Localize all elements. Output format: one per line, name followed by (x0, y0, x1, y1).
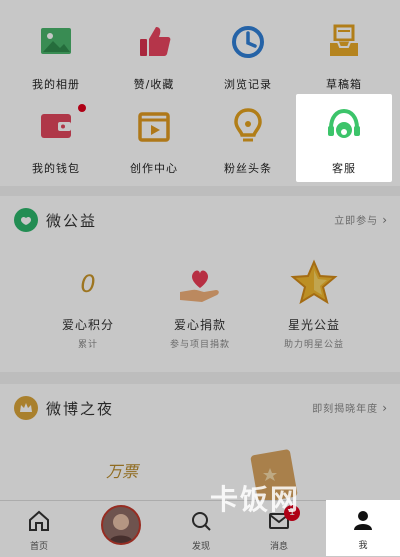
grid-item-history[interactable]: 浏览记录 (198, 22, 298, 92)
nav-label: 我 (358, 541, 368, 551)
grid-item-label: 我的钱包 (32, 162, 80, 175)
grid-item-label: 草稿箱 (326, 78, 362, 91)
photo-album-icon (36, 22, 76, 62)
chevron-right-icon: › (382, 401, 388, 415)
nav-label: 首页 (29, 542, 48, 552)
grid-item-label: 客服 (332, 162, 356, 175)
love-donation[interactable]: 爱心捐款 参与项目捐款 (140, 258, 260, 350)
love-points-subtitle: 累计 (77, 340, 98, 350)
chevron-right-icon: › (382, 213, 388, 227)
grid-item-label: 粉丝头条 (224, 162, 272, 175)
heart-hand-icon (174, 258, 226, 310)
weibo-night-link-label: 即刻揭晓年度 (312, 404, 379, 415)
star-charity-title: 星光公益 (287, 318, 340, 332)
weibo-night-title: 微博之夜 (46, 399, 115, 418)
video-clapper-icon (134, 106, 174, 146)
notification-dot (78, 104, 86, 112)
charity-link-label: 立即参与 (334, 216, 379, 227)
star-charity[interactable]: 星光公益 助力明星公益 (254, 258, 374, 350)
grid-item-likes[interactable]: 赞/收藏 (104, 22, 204, 92)
grid-item-label: 赞/收藏 (133, 78, 175, 91)
weibo-night-link[interactable]: 即刻揭晓年度 › (312, 400, 388, 415)
grid-item-drafts[interactable]: 草稿箱 (294, 22, 394, 92)
love-donation-subtitle: 参与项目捐款 (169, 340, 230, 350)
charity-header: 微公益 (14, 208, 97, 232)
grid-item-creator-center[interactable]: 创作中心 (104, 106, 204, 176)
grid-item-customer-service[interactable]: 客服 (294, 106, 394, 176)
love-points-title: 爱心积分 (61, 318, 114, 332)
nav-me[interactable]: 我 (326, 500, 400, 556)
charity-badge-icon (14, 208, 38, 232)
weibo-night-card[interactable]: 微博之夜 即刻揭晓年度 › 万票 (0, 384, 400, 503)
love-donation-title: 爱心捐款 (173, 318, 226, 332)
clock-icon (228, 22, 268, 62)
grid-item-fans-headline[interactable]: 粉丝头条 (198, 106, 298, 176)
love-points[interactable]: 0 爱心积分 累计 (28, 258, 148, 350)
star-charity-subtitle: 助力明星公益 (283, 340, 344, 350)
nav-video-avatar[interactable] (86, 505, 156, 545)
charity-card[interactable]: 微公益 立即参与 › 0 爱心积分 累计 爱心捐款 参与项目捐款 星光公益 助力明… (0, 196, 400, 372)
love-points-value: 0 (80, 270, 96, 298)
home-icon (29, 510, 49, 531)
thumbs-up-icon (134, 22, 174, 62)
grid-item-album[interactable]: 我的相册 (6, 22, 106, 92)
crown-icon (14, 396, 38, 420)
watermark: 卡饭网 (210, 483, 301, 516)
nav-label: 消息 (269, 542, 288, 552)
ticket-count: 万票 (106, 462, 139, 481)
profile-icon (354, 511, 372, 530)
nav-home[interactable]: 首页 (4, 509, 74, 552)
charity-title: 微公益 (46, 211, 98, 230)
grid-item-label: 浏览记录 (224, 78, 272, 91)
headset-icon (324, 106, 364, 146)
charity-join-link[interactable]: 立即参与 › (334, 212, 388, 227)
lightbulb-icon (228, 106, 268, 146)
nav-label: 发现 (191, 542, 210, 552)
weibo-night-header: 微博之夜 (14, 396, 114, 420)
grid-item-label: 创作中心 (130, 162, 178, 175)
wallet-icon (36, 106, 76, 146)
grid-item-wallet[interactable]: 我的钱包 (6, 106, 106, 176)
grid-item-label: 我的相册 (32, 78, 80, 91)
star-icon (288, 258, 340, 310)
drafts-box-icon (324, 22, 364, 62)
avatar (101, 505, 141, 545)
